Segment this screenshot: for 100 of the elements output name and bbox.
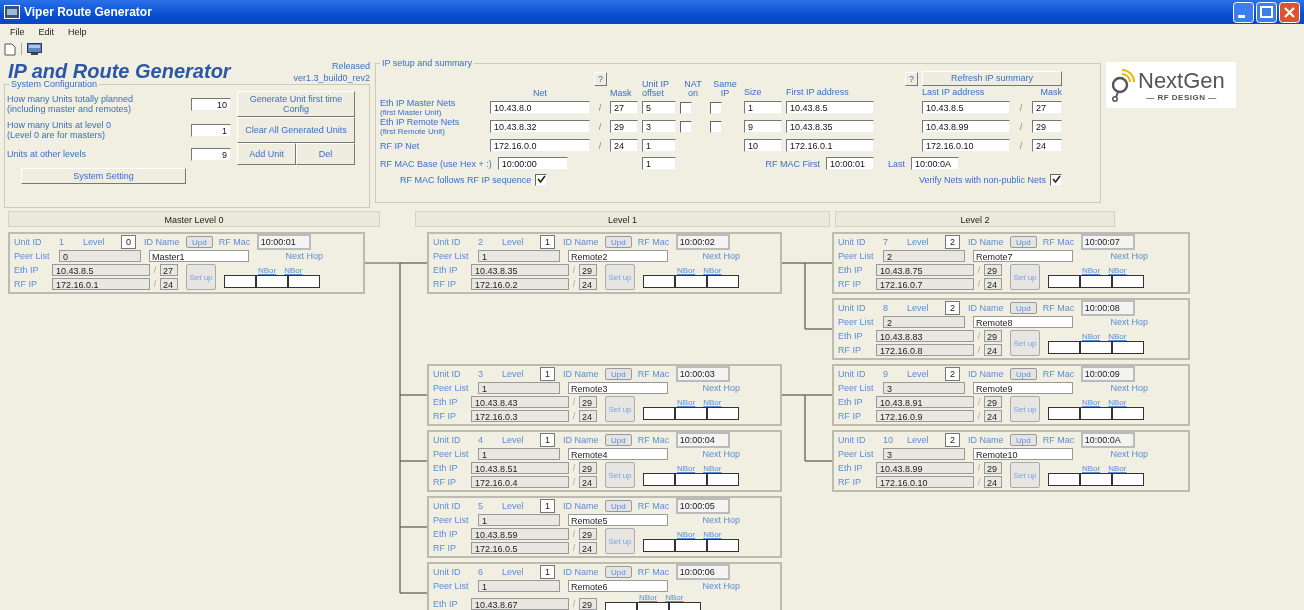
next-hop-field[interactable] [1048,407,1080,420]
mask-field[interactable]: 29 [579,462,597,474]
rf-ip-field[interactable]: 172.16.0.9 [876,410,974,422]
mask-field[interactable]: 29 [984,264,1002,276]
id-name-field[interactable]: Remote4 [568,448,668,460]
last-ip-field[interactable]: 10.43.8.99 [922,120,1010,133]
offset-field[interactable]: 3 [642,120,676,133]
rf-mac-field[interactable]: 10:00:01 [256,234,311,250]
size-field[interactable]: 9 [744,120,782,133]
mask-field[interactable]: 29 [610,120,638,133]
eth-ip-field[interactable]: 10.43.8.83 [876,330,974,342]
next-hop-field[interactable] [1048,275,1080,288]
next-hop-field[interactable] [1112,407,1144,420]
peer-list-field[interactable]: 0 [59,250,141,262]
size-field[interactable]: 1 [744,101,782,114]
mask-field[interactable]: 24 [579,278,597,290]
mask-field[interactable]: 27 [610,101,638,114]
mask-field[interactable]: 24 [984,344,1002,356]
id-name-field[interactable]: Remote10 [973,448,1073,460]
level-field[interactable]: 2 [945,433,960,447]
clear-all-button[interactable]: Clear All Generated Units [237,117,355,143]
mask-field[interactable]: 29 [579,528,597,540]
help-button[interactable]: ? [905,72,918,86]
peer-list-field[interactable]: 1 [478,514,560,526]
id-name-field[interactable]: Remote6 [568,580,668,592]
next-hop-field[interactable] [675,275,707,288]
rf-ip-field[interactable]: 172.16.0.8 [876,344,974,356]
checkbox[interactable] [710,120,722,133]
level-field[interactable]: 1 [540,367,555,381]
checkbox[interactable] [1050,173,1062,186]
level-field[interactable]: 1 [540,433,555,447]
next-hop-field[interactable] [675,473,707,486]
help-button[interactable]: ? [594,72,607,86]
peer-list-field[interactable]: 1 [478,448,560,460]
eth-ip-field[interactable]: 10.43.8.5 [52,264,150,276]
next-hop-field[interactable] [288,275,320,288]
next-hop-field[interactable] [643,473,675,486]
level-field[interactable]: 1 [540,235,555,249]
eth-ip-field[interactable]: 10.43.8.99 [876,462,974,474]
checkbox[interactable] [710,101,722,114]
mask-field[interactable]: 24 [1032,139,1062,152]
size-field[interactable]: 10 [744,139,782,152]
peer-list-field[interactable]: 1 [478,580,560,592]
next-hop-field[interactable] [675,539,707,552]
offset-field[interactable]: 1 [642,139,676,152]
next-hop-field[interactable] [707,539,739,552]
next-hop-field[interactable] [643,407,675,420]
monitor-icon[interactable] [27,43,42,55]
rf-mac-field[interactable]: 10:00:07 [1080,234,1135,250]
level-field[interactable]: 2 [945,367,960,381]
mask-field[interactable]: 24 [610,139,638,152]
rf-mac-field[interactable]: 10:00:08 [1080,300,1135,316]
mask-field[interactable]: 24 [160,278,178,290]
next-hop-field[interactable] [1080,473,1112,486]
mask-field[interactable]: 29 [984,462,1002,474]
mask-field[interactable]: 29 [984,330,1002,342]
id-name-field[interactable]: Master1 [149,250,249,262]
level-field[interactable]: 0 [121,235,136,249]
eth-ip-field[interactable]: 10.43.8.67 [471,598,569,610]
id-name-field[interactable]: Remote2 [568,250,668,262]
next-hop-field[interactable] [643,539,675,552]
peer-list-field[interactable]: 1 [478,382,560,394]
mask-field[interactable]: 24 [984,278,1002,290]
mask-field[interactable]: 24 [579,410,597,422]
peer-list-field[interactable]: 2 [883,316,965,328]
id-name-field[interactable]: Remote5 [568,514,668,526]
level-field[interactable]: 1 [540,499,555,513]
rf-mac-field[interactable]: 10:00:05 [675,498,730,514]
next-hop-field[interactable] [707,473,739,486]
eth-ip-field[interactable]: 10.43.8.51 [471,462,569,474]
mask-field[interactable]: 24 [579,542,597,554]
refresh-button[interactable]: Refresh IP summary [922,70,1062,86]
rf-mac-field[interactable]: 10:00:0A [1080,432,1135,448]
next-hop-field[interactable] [1112,473,1144,486]
next-hop-field[interactable] [1080,275,1112,288]
next-hop-field[interactable] [643,275,675,288]
eth-ip-field[interactable]: 10.43.8.35 [471,264,569,276]
next-hop-field[interactable] [1112,275,1144,288]
eth-ip-field[interactable]: 10.43.8.91 [876,396,974,408]
mac-base-field[interactable]: 10:00:00 [497,157,568,170]
next-hop-field[interactable] [1080,407,1112,420]
checkbox[interactable] [535,173,548,186]
mask-field[interactable]: 29 [984,396,1002,408]
rf-mac-field[interactable]: 10:00:03 [675,366,730,382]
net-field[interactable]: 10.43.8.32 [490,120,590,133]
next-hop-field[interactable] [707,275,739,288]
rf-ip-field[interactable]: 172.16.0.3 [471,410,569,422]
mac-last-field[interactable]: 10:00:0A [911,157,959,170]
peer-list-field[interactable]: 2 [883,250,965,262]
mask-field[interactable]: 24 [579,476,597,488]
mac-first-field[interactable]: 10:00:01 [826,157,874,170]
mask-field[interactable]: 29 [579,264,597,276]
checkbox[interactable] [680,101,692,114]
first-ip-field[interactable]: 10.43.8.35 [786,120,874,133]
offset-field[interactable]: 1 [642,157,676,170]
peer-list-field[interactable]: 3 [883,382,965,394]
rf-mac-field[interactable]: 10:00:02 [675,234,730,250]
checkbox[interactable] [680,120,692,133]
menu-item[interactable]: Edit [38,27,55,37]
level-field[interactable]: 2 [945,235,960,249]
